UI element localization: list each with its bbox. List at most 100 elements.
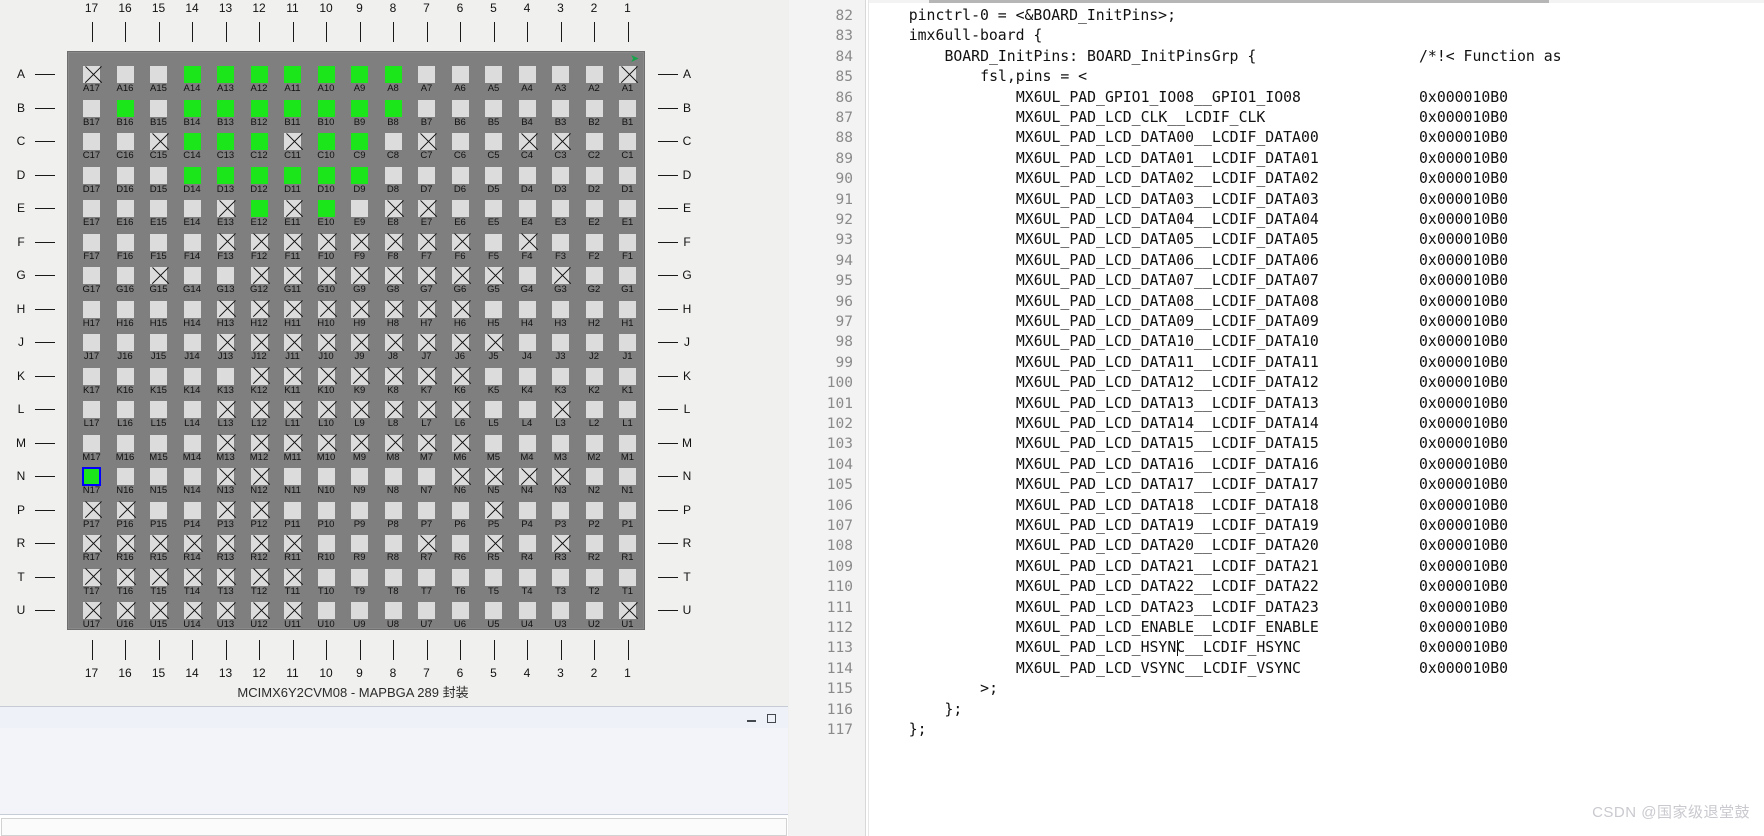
bga-pin-p13[interactable]: P13 [217,501,234,530]
bga-pad[interactable] [317,200,335,217]
bga-pin-p4[interactable]: P4 [518,501,536,530]
bga-pad[interactable] [150,334,167,351]
bga-pad[interactable] [585,200,603,217]
bga-pin-p17[interactable]: P17 [83,501,100,530]
bga-pad[interactable] [384,602,402,619]
bga-pad[interactable] [150,267,167,284]
bga-pin-t3[interactable]: T3 [552,568,569,597]
code-line[interactable]: 115 >; [789,679,1764,699]
bga-pin-m1[interactable]: M1 [619,434,636,463]
code-text[interactable]: MX6UL_PAD_LCD_ENABLE__LCDIF_ENABLE [1016,618,1319,638]
bga-pin-m3[interactable]: M3 [552,434,569,463]
bga-pad[interactable] [116,501,134,519]
bga-pad[interactable] [418,99,435,117]
bga-pad[interactable] [585,267,603,284]
bga-pin-e14[interactable]: E14 [183,200,201,228]
bga-pad[interactable] [116,334,134,351]
bga-pin-a10[interactable]: A10 [317,66,335,94]
bga-pin-n14[interactable]: N14 [183,468,201,496]
bga-pad[interactable] [317,468,335,485]
bga-pin-e4[interactable]: E4 [518,200,536,228]
bga-pad[interactable] [217,166,234,184]
bga-pad[interactable] [284,568,301,586]
bga-pad[interactable] [518,367,536,385]
code-text[interactable]: MX6UL_PAD_LCD_DATA17__LCDIF_DATA17 [1016,475,1319,495]
bga-pad[interactable] [116,66,134,83]
bga-pad[interactable] [619,401,636,418]
bga-pad[interactable] [485,66,502,83]
bga-pad[interactable] [351,66,368,83]
bga-pad[interactable] [217,602,234,619]
bga-pad[interactable] [284,99,301,117]
bga-pin-k12[interactable]: K12 [250,367,268,396]
bga-pad[interactable] [116,401,134,418]
bga-pad[interactable] [83,99,100,117]
bga-pin-f10[interactable]: F10 [317,233,335,262]
bga-pin-b10[interactable]: B10 [317,99,335,128]
bga-pad[interactable] [150,300,167,318]
bga-pad[interactable] [552,434,569,452]
bga-pin-u5[interactable]: U5 [485,602,502,630]
bga-pin-c11[interactable]: C11 [284,133,301,161]
bga-pin-h16[interactable]: H16 [116,300,134,329]
bga-pin-c5[interactable]: C5 [485,133,502,161]
bga-pad[interactable] [116,535,134,552]
bga-pin-m15[interactable]: M15 [149,434,168,463]
bga-pad[interactable] [518,434,536,452]
bga-pin-l5[interactable]: L5 [485,401,502,429]
bga-pin-r6[interactable]: R6 [451,535,469,563]
bga-pad[interactable] [317,535,335,552]
bga-pad[interactable] [82,467,101,486]
bga-pin-n2[interactable]: N2 [585,468,603,496]
bga-pad[interactable] [384,501,402,519]
bga-pad[interactable] [585,401,603,418]
bga-pad[interactable] [284,66,301,83]
bga-pad[interactable] [552,166,569,184]
bga-pin-k4[interactable]: K4 [518,367,536,396]
bga-pad[interactable] [585,602,603,619]
bga-pin-m10[interactable]: M10 [317,434,335,463]
bga-pad[interactable] [384,535,402,552]
bga-pin-u7[interactable]: U7 [418,602,435,630]
bga-pad[interactable] [83,602,100,619]
bga-pad[interactable] [250,99,268,117]
bga-pin-m12[interactable]: M12 [250,434,268,463]
embedded-window[interactable] [0,706,788,836]
bga-pin-f3[interactable]: F3 [552,233,569,262]
bga-pin-g3[interactable]: G3 [552,267,569,295]
bga-pad[interactable] [518,66,536,83]
bga-pad[interactable] [418,535,435,552]
bga-pad[interactable] [619,334,636,351]
bga-pin-l13[interactable]: L13 [217,401,234,429]
bga-pad[interactable] [418,434,435,452]
bga-pad[interactable] [284,267,301,284]
bga-pad[interactable] [83,535,100,552]
bga-pin-c3[interactable]: C3 [552,133,569,161]
bga-pin-c8[interactable]: C8 [384,133,402,161]
bga-pad[interactable] [619,367,636,385]
bga-pin-g9[interactable]: G9 [351,267,368,295]
bga-pin-f14[interactable]: F14 [183,233,201,262]
bga-pin-e5[interactable]: E5 [485,200,502,228]
bga-pin-g5[interactable]: G5 [485,267,502,295]
bga-pin-r4[interactable]: R4 [518,535,536,563]
bga-pin-g14[interactable]: G14 [183,267,201,295]
bga-pad[interactable] [351,367,368,385]
bga-pin-l12[interactable]: L12 [250,401,268,429]
bga-pin-d3[interactable]: D3 [552,166,569,195]
bga-pin-h11[interactable]: H11 [284,300,301,329]
bga-pin-f8[interactable]: F8 [384,233,402,262]
bga-pad[interactable] [384,166,402,184]
bga-pad[interactable] [83,434,100,452]
bga-pad[interactable] [317,166,335,184]
bga-pad[interactable] [284,401,301,418]
bga-pin-h9[interactable]: H9 [351,300,368,329]
bga-pin-c1[interactable]: C1 [619,133,636,161]
bga-pad[interactable] [317,334,335,351]
bga-pad[interactable] [451,568,469,586]
bga-pad[interactable] [150,133,167,150]
bga-pin-r9[interactable]: R9 [351,535,368,563]
bga-pad[interactable] [351,233,368,251]
bga-pad[interactable] [585,334,603,351]
bga-pad[interactable] [619,602,636,619]
